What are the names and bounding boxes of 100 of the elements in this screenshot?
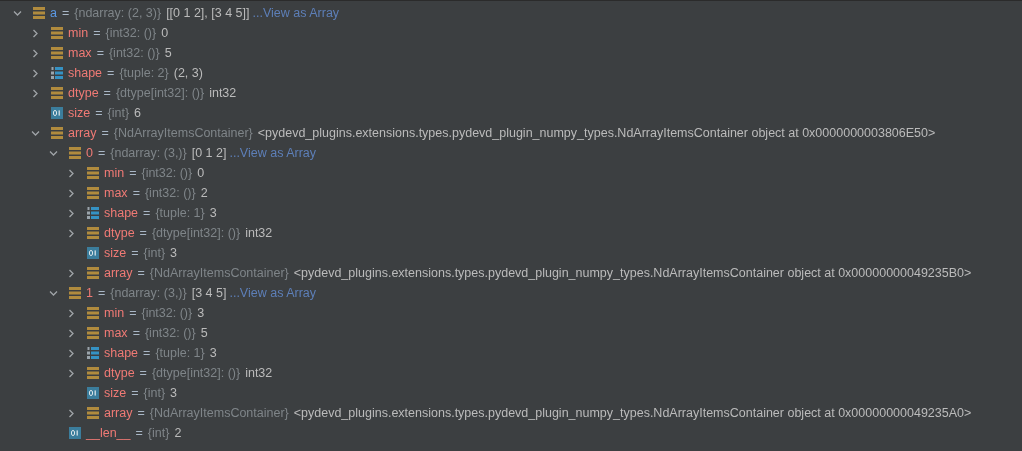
binary-number-icon (87, 387, 99, 399)
variable-value: 0 (161, 24, 169, 42)
stacked-bars-icon (87, 267, 99, 279)
variable-value: [0 1 2] (191, 144, 227, 162)
chevron-right-icon[interactable] (67, 188, 76, 198)
variable-name: min (104, 304, 125, 322)
variable-name: shape (104, 204, 139, 222)
variable-type: {dtype[int32]: ()} (115, 84, 205, 102)
variable-type: {NdArrayItemsContainer} (149, 404, 289, 422)
equals-sign: = (97, 284, 106, 302)
binary-number-icon (51, 107, 63, 119)
variable-name: max (104, 184, 128, 202)
equals-sign: = (143, 204, 151, 222)
variable-value: 5 (200, 324, 208, 342)
variable-value: 2 (174, 424, 182, 442)
chevron-down-icon[interactable] (31, 128, 40, 138)
chevron-right-icon[interactable] (67, 208, 76, 218)
variable-value: (2, 3) (173, 64, 203, 82)
variable-value: 3 (197, 304, 205, 322)
variable-name: array (68, 124, 97, 142)
variable-name: 0 (86, 144, 93, 162)
variable-type: {int32: ()} (105, 24, 157, 42)
equals-sign: = (131, 244, 139, 262)
variable-type: {int32: ()} (144, 184, 196, 202)
stacked-bars-icon (87, 187, 99, 199)
equals-sign: = (139, 364, 147, 382)
equals-sign: = (129, 164, 137, 182)
equals-sign: = (143, 344, 151, 362)
variable-name: min (68, 24, 89, 42)
chevron-right-icon[interactable] (67, 308, 76, 318)
equals-sign: = (129, 304, 137, 322)
stacked-bars-icon (87, 367, 99, 379)
chevron-right-icon[interactable] (31, 48, 40, 58)
stacked-bars-icon (51, 27, 63, 39)
variable-type: {int32: ()} (144, 324, 196, 342)
equals-sign: = (95, 104, 103, 122)
variable-type: {int} (143, 384, 166, 402)
variable-name: 1 (86, 284, 93, 302)
equals-sign: = (107, 64, 115, 82)
variable-value: 6 (134, 104, 142, 122)
chevron-right-icon[interactable] (31, 68, 40, 78)
variable-value: int32 (245, 224, 273, 242)
variable-name: shape (104, 344, 139, 362)
chevron-right-icon[interactable] (67, 228, 76, 238)
equals-sign: = (93, 24, 101, 42)
variable-type: {ndarray: (2, 3)} (74, 4, 162, 22)
chevron-right-icon[interactable] (67, 168, 76, 178)
variable-value: int32 (209, 84, 237, 102)
variable-value: 5 (164, 44, 172, 62)
stacked-bars-icon (51, 47, 63, 59)
equals-sign: = (137, 404, 145, 422)
variable-type: {dtype[int32]: ()} (151, 224, 241, 242)
variable-type: {dtype[int32]: ()} (151, 364, 241, 382)
variable-value: int32 (245, 364, 273, 382)
chevron-down-icon[interactable] (49, 148, 58, 158)
chevron-right-icon[interactable] (67, 368, 76, 378)
variable-name: size (104, 384, 127, 402)
chevron-right-icon[interactable] (31, 28, 40, 38)
variable-type: {int} (143, 244, 166, 262)
chevron-down-icon[interactable] (13, 8, 22, 18)
binary-number-icon (69, 427, 81, 439)
chevron-right-icon[interactable] (67, 348, 76, 358)
binary-number-icon (87, 247, 99, 259)
stacked-bars-icon (69, 287, 81, 299)
variable-value: 3 (170, 244, 178, 262)
variable-type: {tuple: 2} (119, 64, 169, 82)
variable-name: shape (68, 64, 103, 82)
view-as-array-link[interactable]: ...View as Array (252, 3, 340, 23)
numbered-list-icon (87, 207, 99, 219)
variable-type: {NdArrayItemsContainer} (149, 264, 289, 282)
variable-type: {int32: ()} (141, 304, 193, 322)
variable-value: 0 (197, 164, 205, 182)
variable-name: size (104, 244, 127, 262)
chevron-right-icon[interactable] (67, 268, 76, 278)
variable-name: max (104, 324, 128, 342)
variable-name: min (104, 164, 125, 182)
chevron-down-icon[interactable] (49, 288, 58, 298)
variable-value: 2 (200, 184, 208, 202)
variable-type: {int32: ()} (108, 44, 160, 62)
numbered-list-icon (87, 347, 99, 359)
variable-value: <pydevd_plugins.extensions.types.pydevd_plugin_numpy_types.NdArrayItemsContainer object at 0x00000000049235A0> (293, 404, 972, 422)
variable-name: max (68, 44, 92, 62)
equals-sign: = (103, 84, 111, 102)
variable-type: {ndarray: (3,)} (110, 284, 187, 302)
variable-name: dtype (104, 224, 135, 242)
variable-value: 3 (170, 384, 178, 402)
chevron-right-icon[interactable] (67, 328, 76, 338)
variable-value: <pydevd_plugins.extensions.types.pydevd_plugin_numpy_types.NdArrayItemsContainer object at 0x0000000003806E50> (257, 124, 936, 142)
equals-sign: = (96, 44, 104, 62)
equals-sign: = (139, 224, 147, 242)
variable-type: {tuple: 1} (155, 204, 205, 222)
stacked-bars-icon (33, 7, 45, 19)
chevron-right-icon[interactable] (67, 408, 76, 418)
chevron-right-icon[interactable] (31, 88, 40, 98)
variable-value: [[0 1 2], [3 4 5]] (166, 4, 250, 22)
equals-sign: = (131, 384, 139, 402)
view-as-array-link[interactable]: ...View as Array (229, 143, 317, 163)
variable-value: <pydevd_plugins.extensions.types.pydevd_plugin_numpy_types.NdArrayItemsContainer object at 0x00000000049235B0> (293, 264, 972, 282)
view-as-array-link[interactable]: ...View as Array (229, 283, 317, 303)
equals-sign: = (132, 184, 140, 202)
